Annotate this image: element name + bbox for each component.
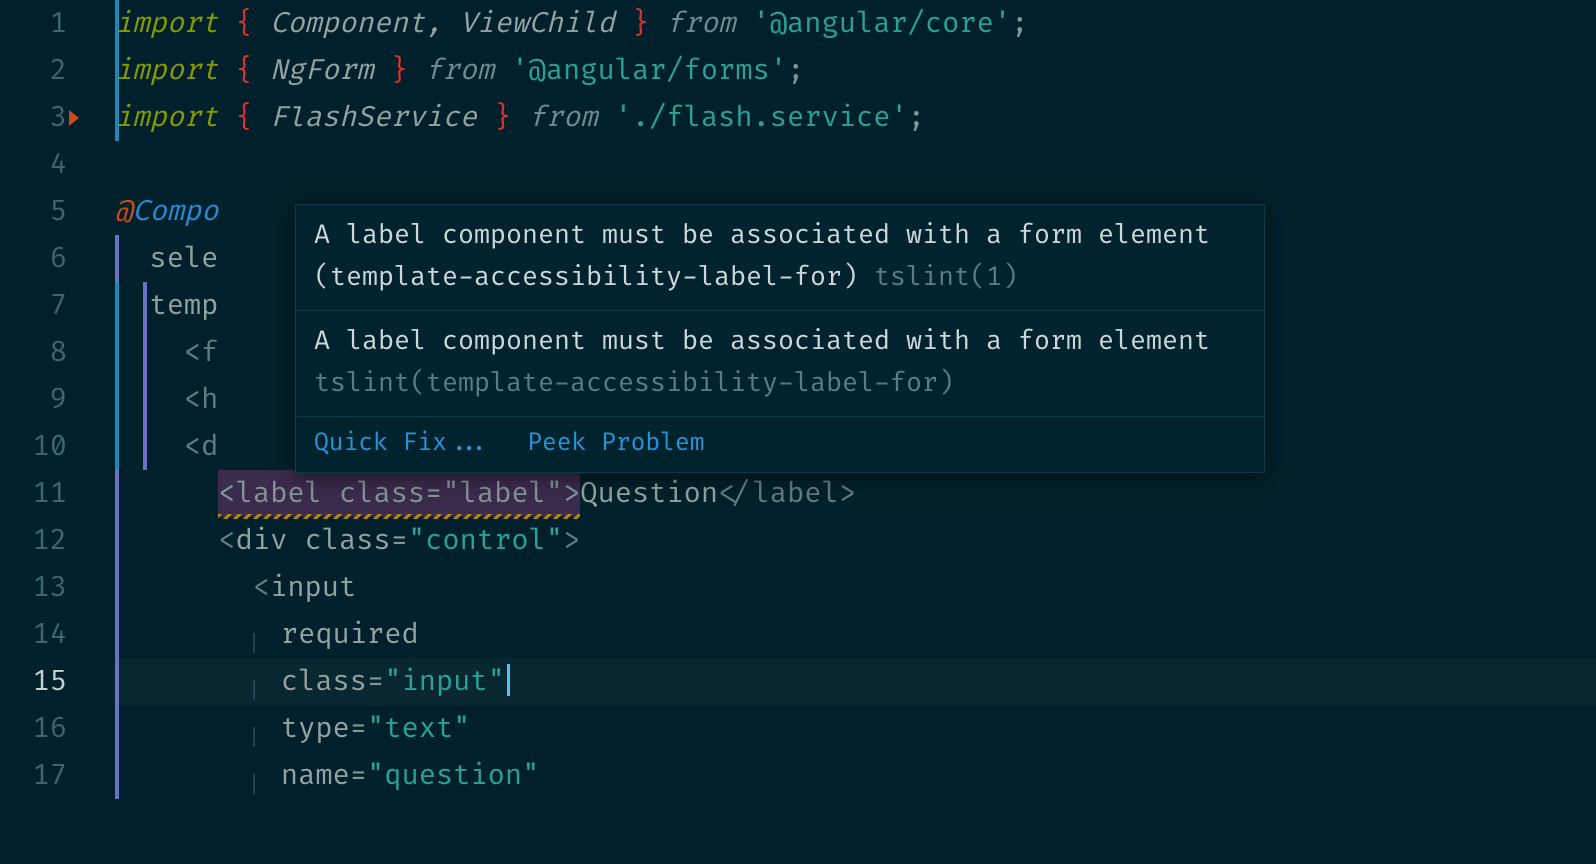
- code-editor[interactable]: 1 2 3 4 5 6 7 8 9 10 11 12 13 14 15 16 1…: [0, 0, 1596, 864]
- code-line-active: class="input": [115, 658, 1596, 705]
- diagnostic-actions: Quick Fix... Peek Problem: [296, 417, 1264, 471]
- code-line: <label class="label">Question</label>: [115, 470, 1596, 517]
- line-number-text: 3: [50, 100, 67, 135]
- line-number: 15: [0, 658, 67, 705]
- line-number: 1: [0, 0, 67, 47]
- code-line: <input: [115, 564, 1596, 611]
- quick-fix-button[interactable]: Quick Fix...: [314, 425, 491, 463]
- line-number: 2: [0, 47, 67, 94]
- line-number: 3: [0, 94, 67, 141]
- code-line: <div class="control">: [115, 517, 1596, 564]
- line-number: 7: [0, 282, 67, 329]
- line-number: 13: [0, 564, 67, 611]
- text-cursor: [507, 664, 510, 696]
- code-line: type="text": [115, 705, 1596, 752]
- code-area[interactable]: import { Component, ViewChild } from '@a…: [75, 0, 1596, 864]
- code-line: [115, 141, 1596, 188]
- code-line: required: [115, 611, 1596, 658]
- line-number: 6: [0, 235, 67, 282]
- peek-problem-button[interactable]: Peek Problem: [527, 425, 704, 463]
- line-number: 8: [0, 329, 67, 376]
- code-line: import { Component, ViewChild } from '@a…: [115, 0, 1596, 47]
- line-number: 12: [0, 517, 67, 564]
- line-number: 9: [0, 376, 67, 423]
- line-number: 16: [0, 705, 67, 752]
- code-line: import { NgForm } from '@angular/forms';: [115, 47, 1596, 94]
- line-number: 4: [0, 141, 67, 188]
- diagnostic-hover: A label component must be associated wit…: [295, 204, 1265, 473]
- line-number: 11: [0, 470, 67, 517]
- line-number: 5: [0, 188, 67, 235]
- line-number: 14: [0, 611, 67, 658]
- line-number: 17: [0, 752, 67, 799]
- line-number-gutter: 1 2 3 4 5 6 7 8 9 10 11 12 13 14 15 16 1…: [0, 0, 75, 864]
- lint-warning-highlight[interactable]: <label class="label">: [218, 470, 580, 517]
- code-line: import { FlashService } from './flash.se…: [115, 94, 1596, 141]
- code-line: name="question": [115, 752, 1596, 799]
- line-number: 10: [0, 423, 67, 470]
- diagnostic-message: A label component must be associated wit…: [296, 205, 1264, 311]
- diagnostic-message: A label component must be associated wit…: [296, 311, 1264, 417]
